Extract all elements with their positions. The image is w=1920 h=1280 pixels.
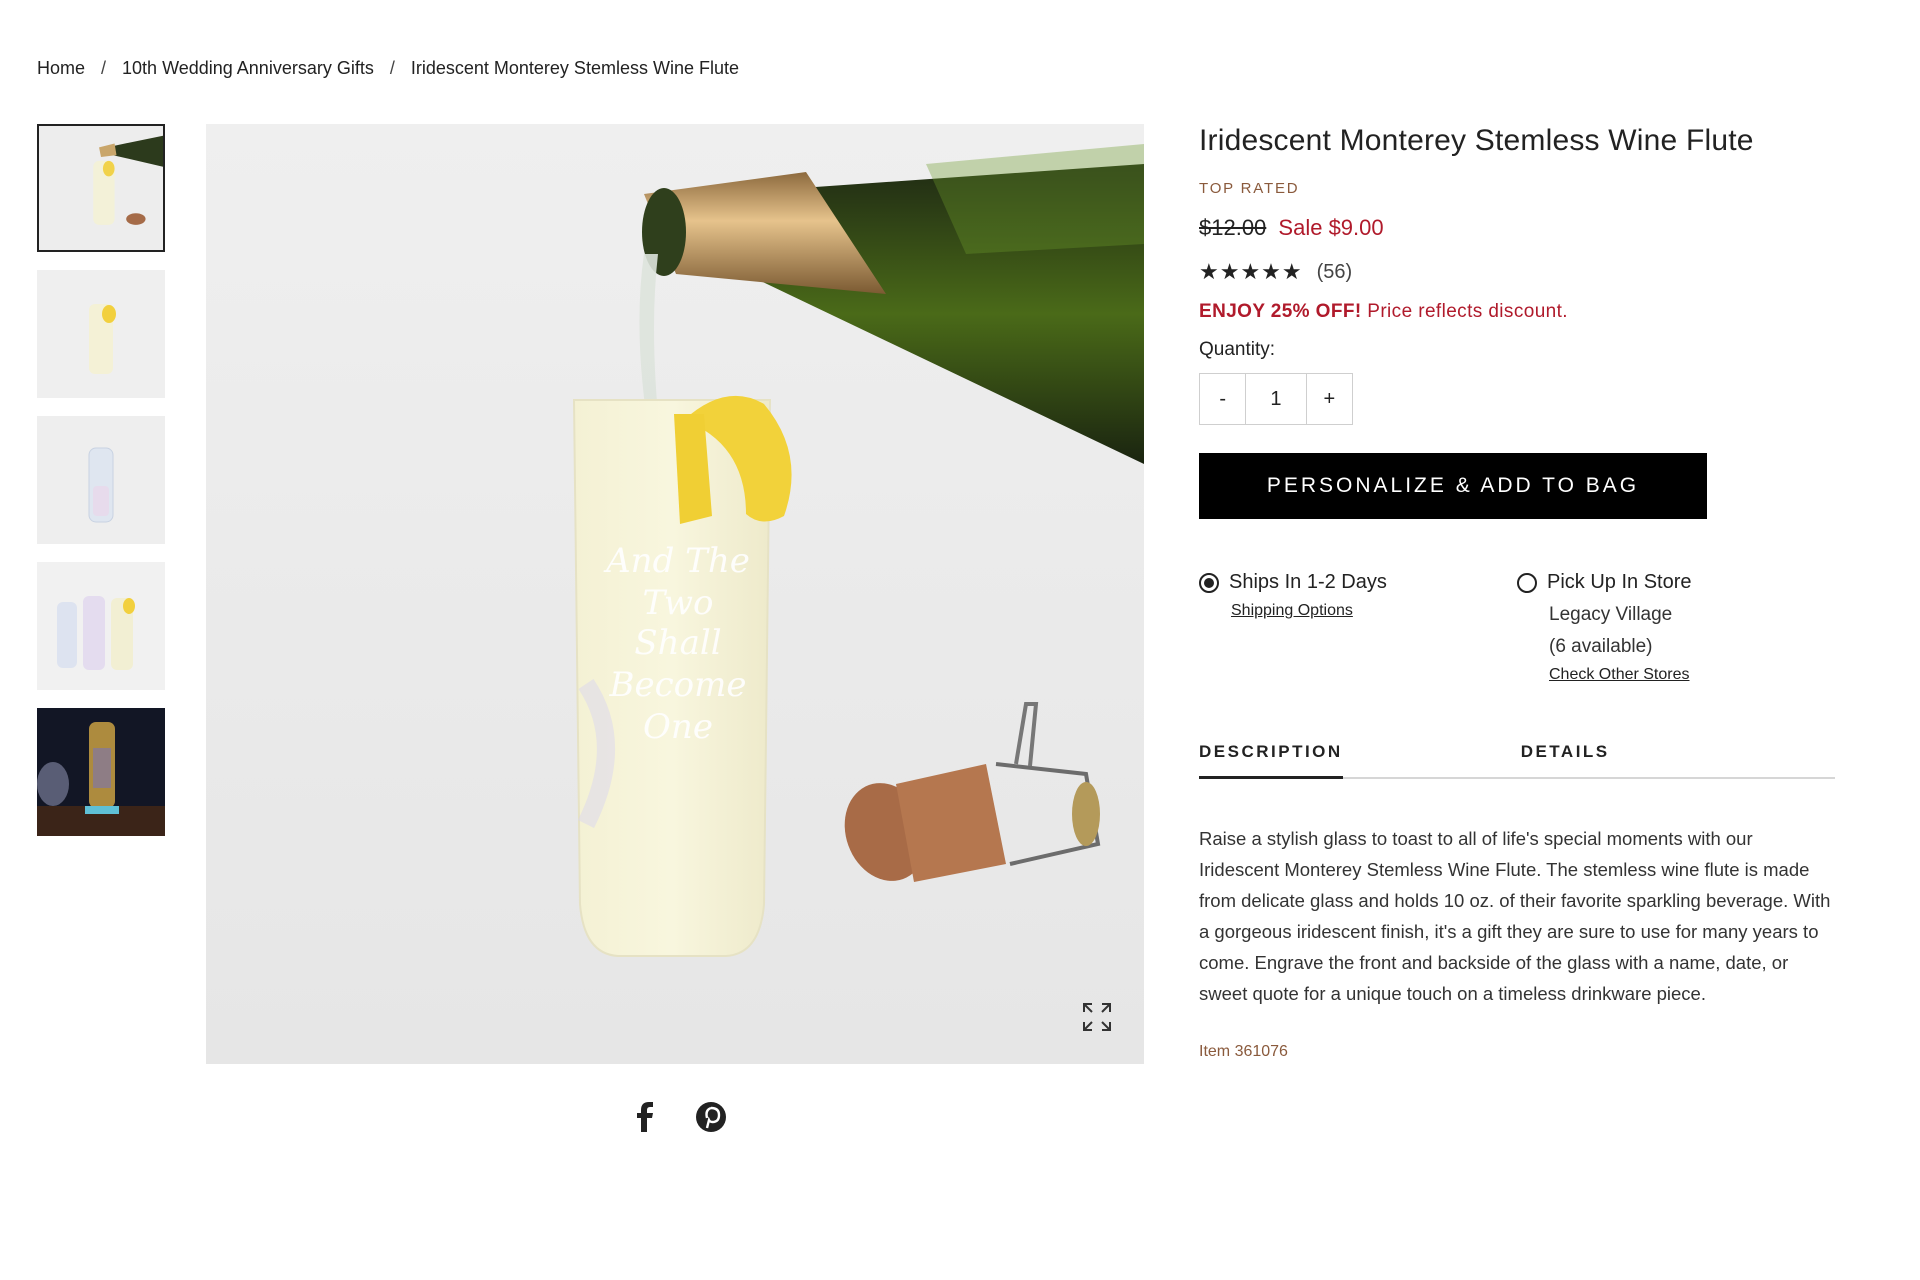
product-info: Iridescent Monterey Stemless Wine Flute … xyxy=(1199,124,1835,1061)
item-number: Item 361076 xyxy=(1199,1043,1288,1060)
breadcrumb-separator: / xyxy=(389,58,395,78)
check-other-stores-link[interactable]: Check Other Stores xyxy=(1549,666,1690,684)
breadcrumb: Home / 10th Wedding Anniversary Gifts / … xyxy=(37,58,739,79)
ship-label[interactable]: Ships In 1-2 Days xyxy=(1229,571,1387,594)
thumbnail-3[interactable] xyxy=(37,416,165,544)
tab-details[interactable]: DETAILS xyxy=(1521,742,1610,777)
quantity-label: Quantity: xyxy=(1199,339,1276,360)
pickup-radio[interactable] xyxy=(1517,572,1537,593)
thumbnail-3-image xyxy=(37,416,165,544)
breadcrumb-home[interactable]: Home xyxy=(37,58,85,79)
quantity-decrease-button[interactable]: - xyxy=(1200,374,1245,424)
thumbnail-5[interactable] xyxy=(37,708,165,836)
quantity-input[interactable]: 1 xyxy=(1245,374,1307,424)
engraving-line-3: Shall xyxy=(634,623,721,663)
rating-stars: ★★★★★ xyxy=(1199,259,1303,284)
ship-option: Ships In 1-2 Days Shipping Options xyxy=(1199,571,1517,684)
thumbnail-1-image xyxy=(39,126,163,250)
original-price: $12.00 xyxy=(1199,215,1267,240)
thumbnail-4-image xyxy=(37,562,165,690)
breadcrumb-category[interactable]: 10th Wedding Anniversary Gifts xyxy=(122,58,374,79)
thumbnail-gallery xyxy=(37,124,165,854)
quantity-stepper: - 1 + xyxy=(1199,373,1353,425)
breadcrumb-separator: / xyxy=(101,58,107,78)
review-count[interactable]: (56) xyxy=(1317,261,1353,284)
product-title: Iridescent Monterey Stemless Wine Flute xyxy=(1199,124,1754,157)
breadcrumb-current: Iridescent Monterey Stemless Wine Flute xyxy=(410,58,739,78)
shipping-options-link[interactable]: Shipping Options xyxy=(1231,602,1353,620)
sale-price: Sale $9.00 xyxy=(1278,215,1384,240)
thumbnail-4[interactable] xyxy=(37,562,165,690)
pickup-label[interactable]: Pick Up In Store xyxy=(1547,571,1692,594)
tab-description[interactable]: DESCRIPTION xyxy=(1199,742,1343,779)
thumbnail-5-image xyxy=(37,708,165,836)
engraving-line-5: One xyxy=(643,707,713,747)
promo-message: ENJOY 25% OFF! Price reflects discount. xyxy=(1199,301,1835,323)
engraving-line-4: Become xyxy=(609,665,747,705)
product-tabs: DESCRIPTION DETAILS xyxy=(1199,742,1835,779)
price: $12.00 Sale $9.00 xyxy=(1199,215,1835,241)
pinterest-icon[interactable] xyxy=(694,1100,728,1134)
ship-radio[interactable] xyxy=(1199,572,1219,593)
top-rated-badge: TOP RATED xyxy=(1199,180,1300,197)
thumbnail-2-image xyxy=(37,270,165,398)
main-product-image[interactable]: And The Two Shall Become One xyxy=(206,124,1144,1064)
rating[interactable]: ★★★★★ (56) xyxy=(1199,259,1835,285)
personalize-add-to-bag-button[interactable]: PERSONALIZE & ADD TO BAG xyxy=(1199,453,1707,519)
delivery-options: Ships In 1-2 Days Shipping Options Pick … xyxy=(1199,571,1835,684)
store-availability: (6 available) xyxy=(1549,636,1653,657)
social-share xyxy=(628,1100,728,1134)
thumbnail-1[interactable] xyxy=(37,124,165,252)
quantity-increase-button[interactable]: + xyxy=(1307,374,1352,424)
product-photo: And The Two Shall Become One xyxy=(206,124,1144,1064)
facebook-icon[interactable] xyxy=(628,1100,662,1134)
pickup-option: Pick Up In Store Legacy Village (6 avail… xyxy=(1517,571,1835,684)
store-name: Legacy Village xyxy=(1549,604,1673,625)
engraving-line-1: And The xyxy=(603,541,750,581)
thumbnail-2[interactable] xyxy=(37,270,165,398)
promo-text: Price reflects discount. xyxy=(1361,301,1568,322)
product-description: Raise a stylish glass to toast to all of… xyxy=(1199,828,1831,1004)
engraving-line-2: Two xyxy=(642,583,713,623)
promo-bold: ENJOY 25% OFF! xyxy=(1199,301,1362,322)
expand-icon[interactable] xyxy=(1080,1000,1114,1034)
